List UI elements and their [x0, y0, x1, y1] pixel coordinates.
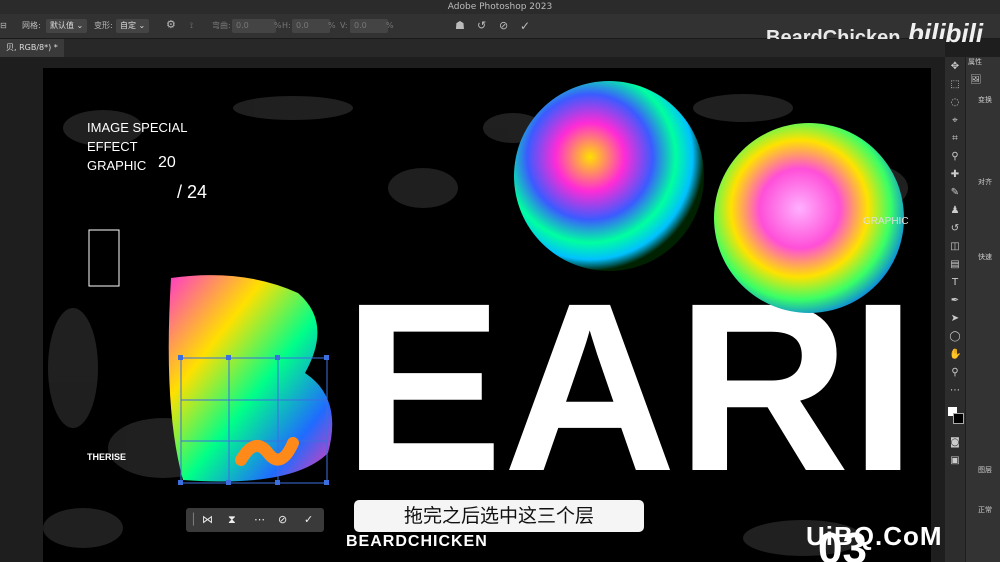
- chevron-down-icon: ⌄: [138, 21, 146, 30]
- lasso-tool-icon[interactable]: ◌: [949, 97, 961, 109]
- document-tab-bar: 贝, RGB/8*) *: [0, 39, 945, 57]
- image-icon: 🖼: [970, 75, 982, 85]
- site-watermark: UiBQ.CoM: [806, 521, 943, 551]
- video-subtitle: 拖完之后选中这三个层: [354, 500, 644, 532]
- percent-sign: %: [328, 21, 336, 30]
- outline-rect: [88, 229, 120, 287]
- pen-tool-icon[interactable]: ✒: [949, 295, 961, 307]
- commit-icon[interactable]: ✓: [304, 513, 313, 526]
- grid-icon[interactable]: ⊟: [0, 19, 7, 33]
- warp-context-toolbar: │ ⋈ ⧗ ⋯ ⊘ ✓: [186, 508, 324, 532]
- more-tools-icon[interactable]: ⋯: [949, 385, 961, 397]
- bend-orientation-icon[interactable]: ⟟: [190, 19, 193, 33]
- eraser-tool-icon[interactable]: ◫: [949, 241, 961, 253]
- iridescent-sphere-left[interactable]: [514, 81, 704, 271]
- crop-tool-icon[interactable]: ⌗: [949, 133, 961, 145]
- bend-input[interactable]: 0.0: [232, 19, 276, 33]
- zoom-tool-icon[interactable]: ⚲: [949, 367, 961, 379]
- background-color-swatch[interactable]: [953, 413, 964, 424]
- panel-section-align[interactable]: 对齐: [978, 177, 992, 187]
- graphic-tag: GRAPHIC: [863, 216, 909, 227]
- h-input[interactable]: 0.0: [292, 19, 330, 33]
- v-label: V:: [340, 21, 348, 30]
- headline-line: IMAGE SPECIAL: [87, 120, 188, 135]
- commit-icon[interactable]: ✓: [520, 19, 530, 33]
- panel-section-transform[interactable]: 变换: [978, 95, 992, 105]
- hand-tool-icon[interactable]: ✋: [949, 349, 961, 361]
- v-input[interactable]: 0.0: [350, 19, 388, 33]
- warp-label: 变形:: [94, 21, 113, 30]
- undo-icon[interactable]: ↺: [477, 19, 486, 33]
- cancel-icon[interactable]: ⊘: [278, 513, 287, 526]
- therise-label: THERISE: [87, 452, 127, 462]
- cancel-icon[interactable]: ⊘: [499, 19, 508, 33]
- path-select-icon[interactable]: ➤: [949, 313, 961, 325]
- h-label: H:: [282, 21, 291, 30]
- worm-sticker: [235, 437, 299, 466]
- panel-section-quick[interactable]: 快速: [978, 252, 992, 262]
- chevron-down-icon: ⌄: [76, 21, 84, 30]
- drag-handle-icon[interactable]: │: [190, 513, 197, 526]
- more-icon[interactable]: ⋯: [254, 513, 265, 526]
- grid-select-value: 默认值: [50, 21, 74, 30]
- gear-icon[interactable]: ⚙: [166, 18, 176, 32]
- page-number-b: / 24: [177, 182, 208, 202]
- panel-title-properties: 属性: [968, 58, 982, 66]
- puppet-icon[interactable]: ☗: [455, 19, 465, 33]
- warp-select[interactable]: 自定 ⌄: [116, 19, 150, 33]
- document-canvas[interactable]: EARI IMAGE SPECIAL EFFECT GRAPHIC 20 / 2…: [43, 68, 931, 562]
- screen-mode-icon[interactable]: ▣: [949, 455, 961, 467]
- brush-tool-icon[interactable]: ✎: [949, 187, 961, 199]
- healing-brush-icon[interactable]: ✚: [949, 169, 961, 181]
- window-title-bar: Adobe Photoshop 2023: [0, 0, 1000, 14]
- footer-brand: BEARDCHICKEN: [346, 533, 488, 550]
- warp-select-value: 自定: [120, 21, 136, 30]
- history-brush-icon[interactable]: ↺: [949, 223, 961, 235]
- split-vertical-icon[interactable]: ⋈: [202, 513, 213, 526]
- marquee-tool-icon[interactable]: ⬚: [949, 79, 961, 91]
- percent-sign: %: [386, 21, 394, 30]
- page-number-a: 20: [158, 154, 176, 171]
- quick-select-icon[interactable]: ⌖: [949, 115, 961, 127]
- properties-panel: 属性 🖼 变换 对齐 快速 图层 正常: [966, 57, 1000, 562]
- panel-title-layers[interactable]: 图层: [978, 465, 992, 475]
- percent-sign: %: [274, 21, 282, 30]
- type-tool-icon[interactable]: T: [949, 277, 961, 289]
- split-horizontal-icon[interactable]: ⧗: [228, 513, 236, 527]
- document-tab[interactable]: 贝, RGB/8*) *: [0, 39, 64, 57]
- eyedropper-icon[interactable]: ⚲: [949, 151, 961, 163]
- stamp-tool-icon[interactable]: ♟: [949, 205, 961, 217]
- tools-panel: ✥ ⬚ ◌ ⌖ ⌗ ⚲ ✚ ✎ ♟ ↺ ◫ ▤ T ✒ ➤ ◯ ✋ ⚲ ⋯ ◙ …: [945, 57, 965, 562]
- move-tool-icon[interactable]: ✥: [949, 61, 961, 73]
- bend-label: 弯曲:: [212, 21, 231, 30]
- gradient-tool-icon[interactable]: ▤: [949, 259, 961, 271]
- grid-label: 网格:: [22, 21, 41, 30]
- shape-tool-icon[interactable]: ◯: [949, 331, 961, 343]
- window-title: Adobe Photoshop 2023: [447, 2, 553, 12]
- blend-mode-select[interactable]: 正常: [978, 505, 992, 515]
- quick-mask-icon[interactable]: ◙: [949, 437, 961, 449]
- grid-select[interactable]: 默认值 ⌄: [46, 19, 88, 33]
